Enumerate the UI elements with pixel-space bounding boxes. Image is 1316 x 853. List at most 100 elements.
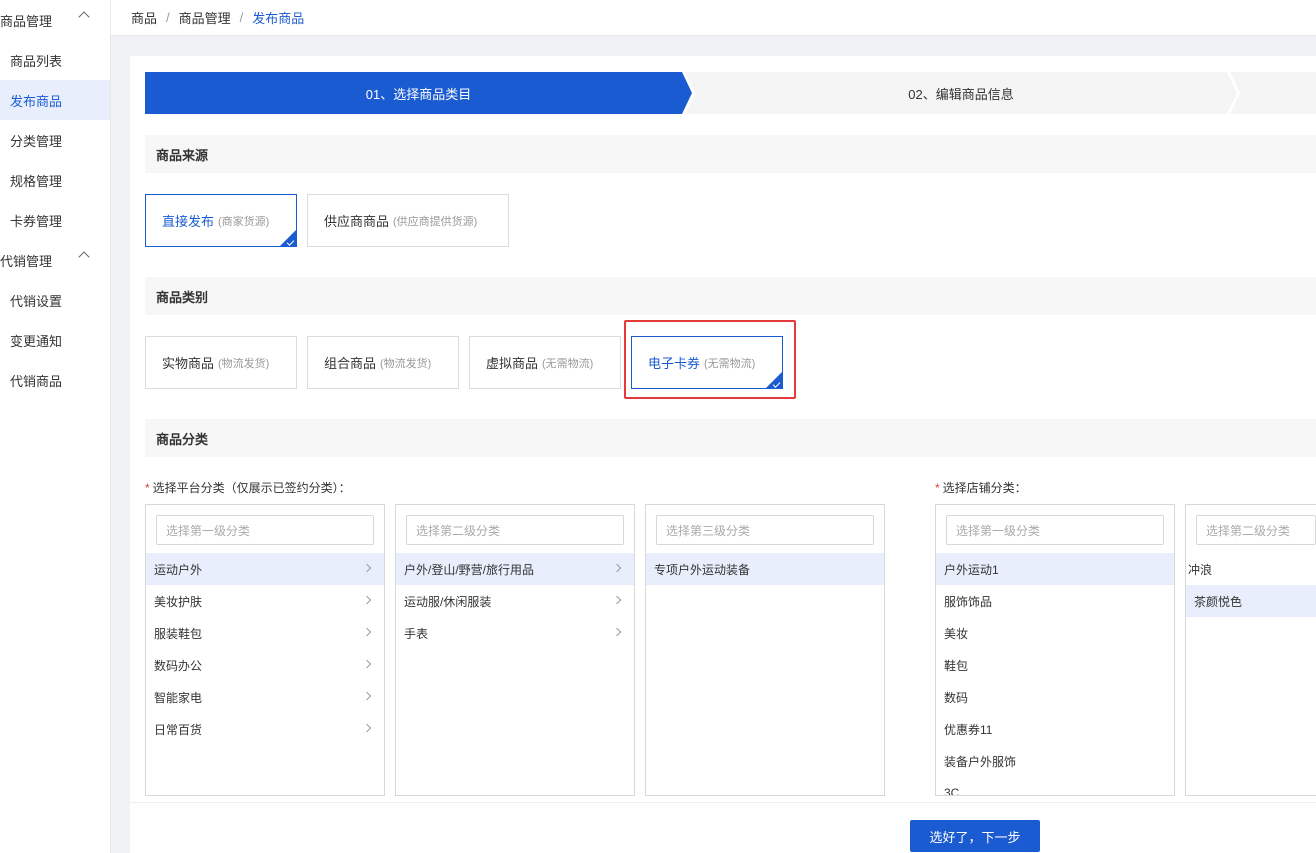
breadcrumb-separator: / xyxy=(166,10,170,25)
item-label: 运动服/休闲服装 xyxy=(404,594,492,609)
store-category-level1: 选择第一级分类 户外运动1 服饰饰品 美妆 鞋包 数码 优惠券11 装备户外服饰… xyxy=(935,504,1175,796)
type-option-physical[interactable]: 实物商品 (物流发货) xyxy=(145,336,297,389)
platform-category-level3: 选择第三级分类 专项户外运动装备 xyxy=(645,504,885,796)
type-option-ecoupon[interactable]: 电子卡券 (无需物流) xyxy=(631,336,783,389)
platform-category-label-text: 选择平台分类（仅展示已签约分类）： xyxy=(152,481,351,495)
option-hint: (物流发货) xyxy=(218,357,270,370)
item-label: 智能家电 xyxy=(154,690,203,705)
item-label: 手表 xyxy=(404,626,429,641)
sidebar-group-label: 商品管理 xyxy=(0,13,53,29)
store-category-label: * 选择店铺分类： xyxy=(935,479,1027,496)
search-input[interactable]: 选择第一级分类 xyxy=(946,515,1164,545)
search-input[interactable]: 选择第二级分类 xyxy=(406,515,624,545)
list-item[interactable]: 智能家电 xyxy=(146,681,384,713)
sidebar-group-label: 代销管理 xyxy=(0,253,53,269)
item-label: 专项户外运动装备 xyxy=(654,562,751,577)
option-hint: (商家货源) xyxy=(218,215,270,228)
chevron-right-icon xyxy=(612,595,622,605)
step-bar: 01、选择商品类目 02、编辑商品信息 xyxy=(145,72,1316,114)
sidebar-item-goods-list[interactable]: 商品列表 xyxy=(0,40,110,80)
list-item[interactable]: 美妆 xyxy=(936,617,1174,649)
list-item[interactable]: 户外/登山/野营/旅行用品 xyxy=(396,553,634,585)
platform-category-level1: 选择第一级分类 运动户外 美妆护肤 服装鞋包 数码办公 智能家电 日常百货 xyxy=(145,504,385,796)
option-hint: (无需物流) xyxy=(542,357,594,370)
item-label: 数码 xyxy=(944,690,969,705)
step-select-category: 01、选择商品类目 xyxy=(145,72,692,114)
list-item[interactable]: 户外运动1 xyxy=(936,553,1174,585)
platform-category-label: * 选择平台分类（仅展示已签约分类）： xyxy=(145,479,351,496)
sidebar-item-change-notice[interactable]: 变更通知 xyxy=(0,320,110,360)
chevron-right-icon xyxy=(362,691,372,701)
next-step-button[interactable]: 选好了，下一步 xyxy=(910,820,1040,852)
item-label: 服饰饰品 xyxy=(944,594,993,609)
section-title-category: 商品分类 xyxy=(145,419,1316,457)
type-option-combo[interactable]: 组合商品 (物流发货) xyxy=(307,336,459,389)
list-item[interactable]: 服装鞋包 xyxy=(146,617,384,649)
sidebar-item-publish-goods[interactable]: 发布商品 xyxy=(0,80,110,120)
breadcrumb: 商品 / 商品管理 / 发布商品 xyxy=(111,0,1316,36)
search-input[interactable]: 选择第二级分类 xyxy=(1196,515,1316,545)
chevron-up-icon xyxy=(78,251,90,263)
list-item[interactable]: 冲浪 xyxy=(1186,553,1316,585)
sidebar-item-consignment-goods[interactable]: 代销商品 xyxy=(0,360,110,400)
list-item[interactable]: 优惠券11 xyxy=(936,713,1174,745)
list-item[interactable]: 日常百货 xyxy=(146,713,384,745)
item-label: 美妆 xyxy=(944,626,969,641)
item-label: 数码办公 xyxy=(154,658,203,673)
search-input[interactable]: 选择第三级分类 xyxy=(656,515,874,545)
list-item[interactable]: 运动服/休闲服装 xyxy=(396,585,634,617)
item-label: 3C xyxy=(944,786,960,796)
breadcrumb-item[interactable]: 商品 xyxy=(131,8,157,27)
list-item[interactable]: 手表 xyxy=(396,617,634,649)
source-option-supplier[interactable]: 供应商商品 (供应商提供货源) xyxy=(307,194,509,247)
chevron-right-icon xyxy=(362,723,372,733)
item-label: 茶颜悦色 xyxy=(1194,594,1243,609)
sidebar-group-consignment-management[interactable]: 代销管理 xyxy=(0,240,110,280)
option-hint: (供应商提供货源) xyxy=(393,215,478,228)
item-label: 户外/登山/野营/旅行用品 xyxy=(404,562,535,577)
sidebar: 商品管理 商品列表 发布商品 分类管理 规格管理 卡券管理 代销管理 代销设置 … xyxy=(0,0,111,853)
option-label: 实物商品 xyxy=(162,356,215,371)
step-edit-info: 02、编辑商品信息 xyxy=(685,72,1237,114)
source-option-direct[interactable]: 直接发布 (商家货源) xyxy=(145,194,297,247)
store-category-label-text: 选择店铺分类： xyxy=(942,481,1027,495)
breadcrumb-separator: / xyxy=(239,10,244,25)
list-item[interactable]: 数码 xyxy=(936,681,1174,713)
option-label: 供应商商品 xyxy=(324,214,390,229)
sidebar-item-category-management[interactable]: 分类管理 xyxy=(0,120,110,160)
chevron-right-icon xyxy=(362,627,372,637)
option-label: 直接发布 xyxy=(162,214,215,229)
list-item[interactable]: 鞋包 xyxy=(936,649,1174,681)
chevron-right-icon xyxy=(612,563,622,573)
option-hint: (无需物流) xyxy=(704,357,756,370)
list-item[interactable]: 美妆护肤 xyxy=(146,585,384,617)
list-item[interactable]: 3C xyxy=(936,777,1174,796)
sidebar-item-coupon-management[interactable]: 卡券管理 xyxy=(0,200,110,240)
section-title-source: 商品来源 xyxy=(145,135,1316,173)
list-item[interactable]: 数码办公 xyxy=(146,649,384,681)
chevron-up-icon xyxy=(78,11,90,23)
item-label: 优惠券11 xyxy=(944,722,993,737)
step-next-placeholder xyxy=(1230,72,1316,114)
sidebar-group-goods-management[interactable]: 商品管理 xyxy=(0,0,110,40)
item-label: 户外运动1 xyxy=(944,562,999,577)
chevron-right-icon xyxy=(362,595,372,605)
list-item[interactable]: 茶颜悦色 xyxy=(1186,585,1316,617)
platform-category-level2: 选择第二级分类 户外/登山/野营/旅行用品 运动服/休闲服装 手表 xyxy=(395,504,635,796)
sidebar-item-consignment-settings[interactable]: 代销设置 xyxy=(0,280,110,320)
section-title-type: 商品类别 xyxy=(145,277,1316,315)
footer-bar: 选好了，下一步 xyxy=(130,802,1316,853)
option-label: 虚拟商品 xyxy=(486,356,539,371)
list-item[interactable]: 专项户外运动装备 xyxy=(646,553,884,585)
search-input[interactable]: 选择第一级分类 xyxy=(156,515,374,545)
list-item[interactable]: 服饰饰品 xyxy=(936,585,1174,617)
list-item[interactable]: 运动户外 xyxy=(146,553,384,585)
option-label: 组合商品 xyxy=(324,356,377,371)
breadcrumb-item[interactable]: 商品管理 xyxy=(179,8,231,27)
item-label: 鞋包 xyxy=(944,658,969,673)
main-panel: 01、选择商品类目 02、编辑商品信息 商品来源 直接发布 (商家货源) 供应商… xyxy=(130,56,1316,853)
type-option-virtual[interactable]: 虚拟商品 (无需物流) xyxy=(469,336,621,389)
sidebar-item-spec-management[interactable]: 规格管理 xyxy=(0,160,110,200)
item-label: 冲浪 xyxy=(1188,562,1213,577)
list-item[interactable]: 装备户外服饰 xyxy=(936,745,1174,777)
